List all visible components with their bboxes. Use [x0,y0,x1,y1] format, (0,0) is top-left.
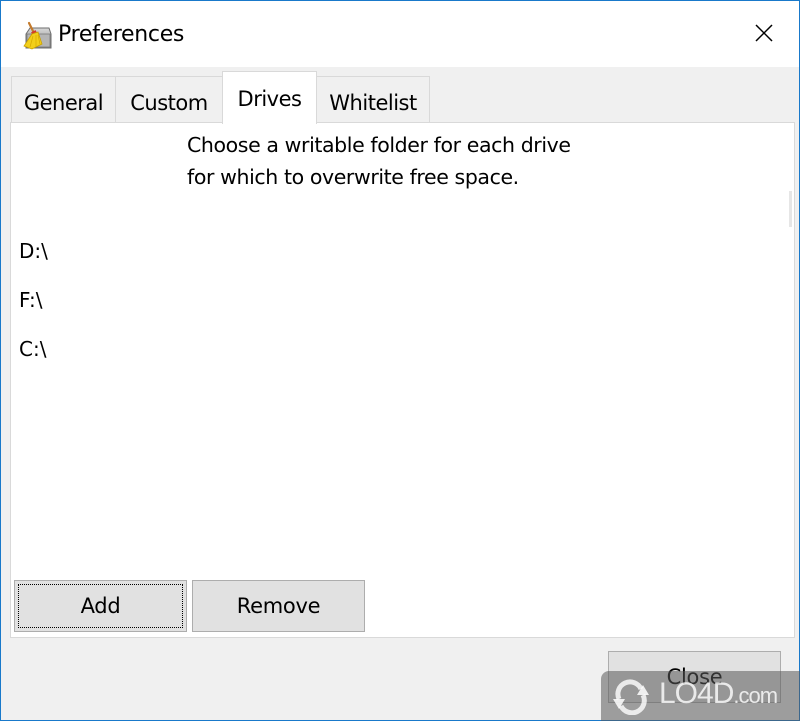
bleachbit-broom-drive-icon [23,21,52,50]
instructions-line-1: Choose a writable folder for each drive [187,133,571,157]
tab-general[interactable]: General [11,76,116,123]
tab-drives[interactable]: Drives [222,71,317,124]
list-item[interactable]: C:\ [19,325,779,374]
drives-panel: Choose a writable folder for each drive f… [10,122,795,638]
tab-whitelist[interactable]: Whitelist [316,76,430,123]
list-item[interactable]: D:\ [19,227,779,276]
remove-button[interactable]: Remove [192,580,365,632]
drive-list: D:\ F:\ C:\ [19,227,779,374]
watermark-text: LO4D.com [659,677,778,711]
close-icon [755,24,773,42]
list-item[interactable]: F:\ [19,276,779,325]
instructions-line-2: for which to overwrite free space. [187,165,519,189]
watermark-main: LO4D [659,677,734,710]
add-button[interactable]: Add [14,580,187,632]
tab-label: Whitelist [329,91,417,115]
window-title: Preferences [58,22,185,47]
watermark: LO4D.com [601,671,800,721]
refresh-arrows-icon [613,679,649,715]
tab-label: General [23,91,104,115]
watermark-suffix: .com [733,683,778,708]
title-bar: Preferences [1,1,799,67]
tab-label: Custom [130,91,208,115]
preferences-window: Preferences General Custom Drives Whitel… [0,0,800,721]
tab-custom[interactable]: Custom [115,76,223,123]
close-window-button[interactable] [741,15,787,51]
tab-label: Drives [237,87,302,111]
instructions-text: Choose a writable folder for each drive f… [187,129,571,193]
scrollbar[interactable] [789,191,792,227]
